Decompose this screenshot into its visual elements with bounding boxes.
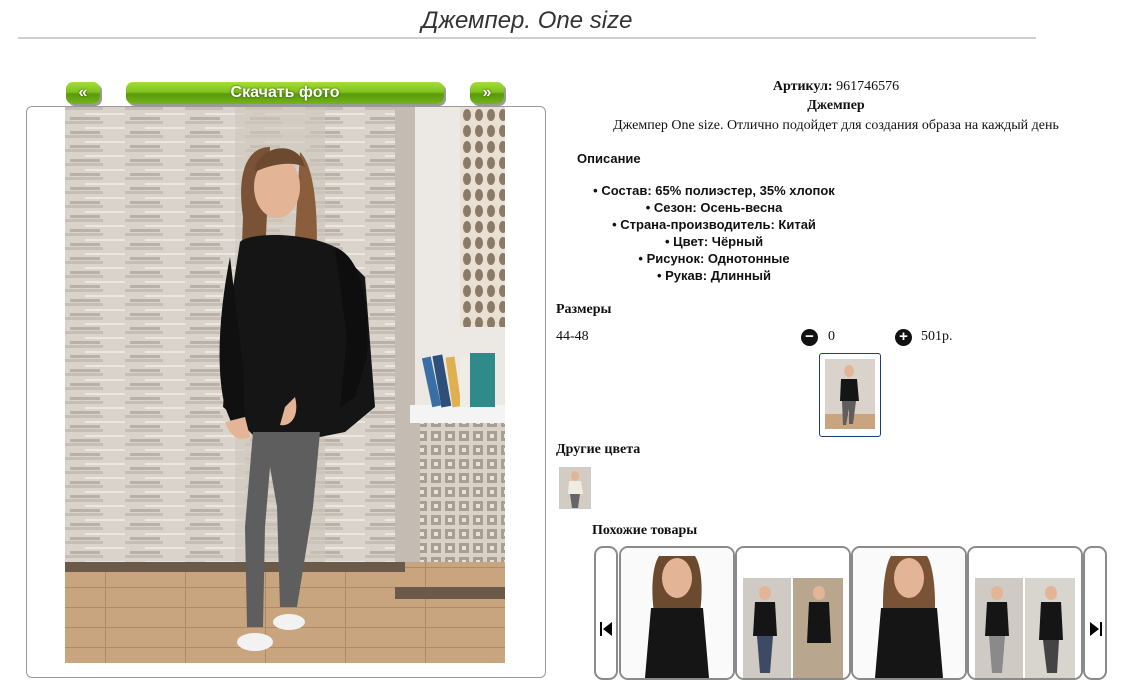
similar-product-card[interactable] <box>967 546 1083 680</box>
article-label: Артикул: <box>772 79 833 94</box>
product-name: Джемпер <box>807 98 865 113</box>
similar-prev-button[interactable] <box>594 546 618 680</box>
similar-product-card[interactable] <box>851 546 967 680</box>
other-colors-heading: Другие цвета <box>556 442 641 457</box>
similar-next-button[interactable] <box>1083 546 1107 680</box>
product-info: Артикул: 961746576 Джемпер Джемпер One s… <box>556 78 1116 136</box>
prev-arrow-icon <box>600 622 612 636</box>
property-item: • Рукав: Длинный <box>656 268 772 283</box>
next-photo-button[interactable]: » <box>470 82 504 104</box>
similar-heading: Похожие товары <box>592 523 698 538</box>
size-thumbnail[interactable] <box>819 353 881 437</box>
prev-photo-button[interactable]: « <box>66 82 100 104</box>
properties-list: • Состав: 65% полиэстер, 35% хлопок • Се… <box>556 182 872 284</box>
similar-product-image <box>737 548 849 678</box>
product-tagline: Джемпер One size. Отлично подойдет для с… <box>613 118 1059 133</box>
plus-icon[interactable]: + <box>895 329 912 346</box>
similar-product-card[interactable] <box>619 546 735 680</box>
other-color-thumbnail-image <box>560 468 590 508</box>
minus-icon[interactable]: − <box>801 329 818 346</box>
page-title: Джемпер. One size <box>18 6 1036 39</box>
model-photo-image <box>65 107 505 663</box>
similar-product-image <box>969 548 1081 678</box>
property-item: • Цвет: Чёрный <box>664 234 764 249</box>
next-arrow-icon <box>1090 622 1102 636</box>
article-value: 961746576 <box>836 79 900 94</box>
property-item: • Сезон: Осень-весна <box>645 200 783 215</box>
price-value: 501р. <box>921 329 953 344</box>
size-thumbnail-image <box>825 359 875 429</box>
property-item: • Рисунок: Однотонные <box>638 251 790 266</box>
description-heading: Описание <box>577 151 641 166</box>
similar-product-image <box>621 548 733 678</box>
other-color-thumbnail[interactable] <box>559 467 591 509</box>
size-value: 44-48 <box>556 329 589 344</box>
property-item: • Состав: 65% полиэстер, 35% хлопок <box>593 183 835 198</box>
similar-product-image <box>853 548 965 678</box>
main-product-photo[interactable] <box>65 107 505 663</box>
sizes-heading: Размеры <box>556 302 612 317</box>
download-photo-button[interactable]: Скачать фото <box>126 82 444 104</box>
quantity-value[interactable]: 0 <box>828 329 835 345</box>
similar-product-card[interactable] <box>735 546 851 680</box>
property-item: • Страна-производитель: Китай <box>612 217 816 232</box>
